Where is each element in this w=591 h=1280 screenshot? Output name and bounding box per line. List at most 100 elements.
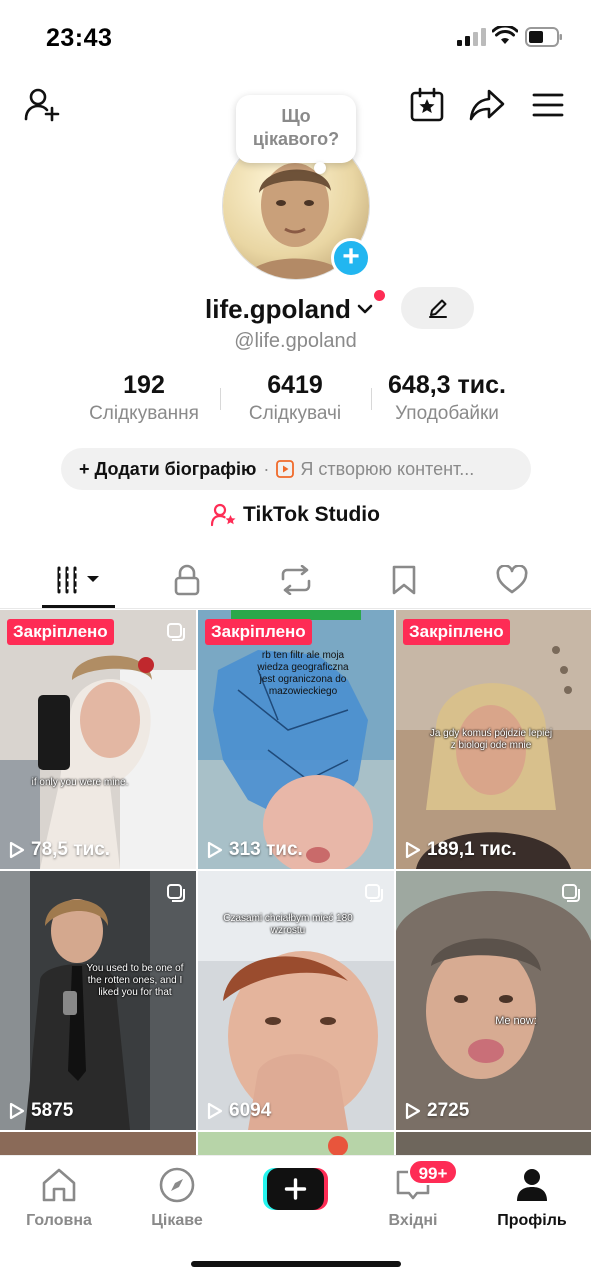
video-tile[interactable] — [396, 1132, 591, 1155]
nav-home[interactable]: Головна — [4, 1164, 114, 1230]
tiktok-studio-link[interactable]: TikTok Studio — [0, 503, 591, 527]
play-square-icon — [276, 460, 295, 478]
stat-divider — [371, 388, 372, 410]
view-count: 5875 — [9, 1100, 73, 1122]
video-grid: if only you were mine. Закріплено 78,5 т… — [0, 610, 591, 1155]
stat-followers[interactable]: 6419 Слідкувачі — [235, 370, 355, 428]
view-count-value: 6094 — [229, 1100, 272, 1121]
view-count: 6094 — [207, 1100, 271, 1122]
pinned-badge: Закріплено — [403, 619, 510, 645]
nav-profile[interactable]: Профіль — [477, 1164, 587, 1230]
username: life.gpoland — [205, 293, 351, 324]
video-caption: rb ten filtr ale moja wiedza geograficzn… — [257, 650, 349, 697]
play-icon — [207, 1102, 223, 1120]
video-caption: Czasami chciałbym mieć 180 wzrostu — [223, 913, 353, 936]
video-caption: Me now: — [495, 1015, 537, 1027]
create-button[interactable] — [263, 1168, 328, 1210]
status-bar: 23:43 — [0, 0, 591, 70]
events-button[interactable] — [408, 86, 446, 124]
tiktok-studio-label: TikTok Studio — [243, 503, 380, 526]
video-thumbnail — [396, 1132, 591, 1155]
repost-icon — [281, 565, 311, 595]
user-star-icon — [211, 503, 236, 527]
stat-followers-value: 6419 — [267, 371, 323, 399]
heart-icon — [496, 565, 528, 594]
pinned-badge: Закріплено — [7, 619, 114, 645]
whats-new-bubble[interactable]: Що цікавого? — [236, 95, 356, 163]
bubble-line-2: цікавого? — [252, 129, 340, 149]
stat-divider — [220, 388, 221, 410]
view-count: 313 тис. — [207, 839, 303, 861]
bookmark-icon — [392, 565, 416, 595]
video-grid-icon — [57, 566, 99, 594]
home-indicator — [191, 1261, 401, 1267]
pinned-badge: Закріплено — [205, 619, 312, 645]
share-arrow-icon — [469, 89, 505, 121]
stat-likes-label: Уподобайки — [395, 403, 499, 424]
username-switcher[interactable]: life.gpoland — [205, 292, 375, 326]
tab-liked[interactable] — [472, 558, 552, 602]
stat-likes[interactable]: 648,3 тис. Уподобайки — [376, 370, 518, 428]
add-user-icon — [24, 88, 60, 122]
play-icon — [405, 841, 421, 859]
view-count-value: 313 тис. — [229, 839, 303, 860]
nav-inbox-label: Вхідні — [388, 1212, 438, 1229]
creator-category[interactable]: Я створюю контент... — [300, 459, 474, 480]
play-icon — [9, 1102, 25, 1120]
video-caption: if only you were mine. — [31, 777, 129, 788]
tab-private[interactable] — [147, 558, 227, 602]
multi-photo-icon — [562, 884, 580, 902]
video-caption: Ja gdy komuś pójdzie lepiej z biologi od… — [429, 728, 553, 751]
play-icon — [9, 841, 25, 859]
multi-photo-icon — [167, 623, 185, 641]
add-bio-link[interactable]: + Додати біографію — [79, 459, 256, 480]
view-count-value: 78,5 тис. — [31, 839, 111, 860]
lock-icon — [174, 564, 200, 596]
edit-profile-button[interactable] — [401, 287, 474, 329]
video-thumbnail — [0, 610, 196, 869]
video-tile[interactable]: You used to be one of the rotten ones, a… — [0, 871, 196, 1130]
share-profile-button[interactable] — [468, 86, 506, 124]
video-thumbnail — [0, 1132, 196, 1155]
view-count-value: 189,1 тис. — [427, 839, 517, 860]
nav-profile-label: Профіль — [497, 1212, 567, 1229]
video-tile[interactable] — [198, 1132, 394, 1155]
bubble-tail — [314, 162, 326, 174]
stat-following[interactable]: 192 Слідкування — [78, 370, 210, 428]
hamburger-menu-icon — [532, 93, 564, 117]
profile-icon — [517, 1169, 547, 1201]
inbox-badge: 99+ — [408, 1159, 458, 1185]
menu-button[interactable] — [529, 86, 567, 124]
play-icon — [405, 1102, 421, 1120]
video-tile[interactable]: rb ten filtr ale moja wiedza geograficzn… — [198, 610, 394, 869]
add-friends-button[interactable] — [23, 86, 61, 124]
stat-likes-value: 648,3 тис. — [388, 371, 506, 399]
video-tile[interactable] — [0, 1132, 196, 1155]
add-avatar-button[interactable]: + — [331, 238, 371, 278]
video-thumbnail — [396, 871, 591, 1130]
video-tile[interactable]: Ja gdy komuś pójdzie lepiej z biologi od… — [396, 610, 591, 869]
battery-icon — [525, 27, 562, 47]
stat-following-value: 192 — [123, 371, 165, 399]
calendar-star-icon — [410, 87, 444, 122]
cellular-signal-icon — [457, 28, 486, 46]
video-tile[interactable]: Me now: 2725 — [396, 871, 591, 1130]
multi-photo-icon — [167, 884, 185, 902]
tab-videos[interactable] — [39, 558, 119, 602]
view-count: 2725 — [405, 1100, 469, 1122]
tabs-divider — [0, 608, 591, 609]
play-icon — [207, 841, 223, 859]
tab-saved[interactable] — [364, 558, 444, 602]
wifi-icon — [492, 26, 518, 44]
home-icon — [42, 1168, 76, 1202]
video-thumbnail — [198, 1132, 394, 1155]
view-count-value: 5875 — [31, 1100, 74, 1121]
bio-pill[interactable]: + Додати біографію · Я створюю контент..… — [61, 448, 531, 490]
view-count: 78,5 тис. — [9, 839, 110, 861]
video-tile[interactable]: if only you were mine. Закріплено 78,5 т… — [0, 610, 196, 869]
video-tile[interactable]: Czasami chciałbym mieć 180 wzrostu 6094 — [198, 871, 394, 1130]
nav-discover[interactable]: Цікаве — [122, 1164, 232, 1230]
tab-reposts[interactable] — [256, 558, 336, 602]
stat-following-label: Слідкування — [89, 403, 199, 424]
create-plus-icon — [263, 1168, 328, 1210]
